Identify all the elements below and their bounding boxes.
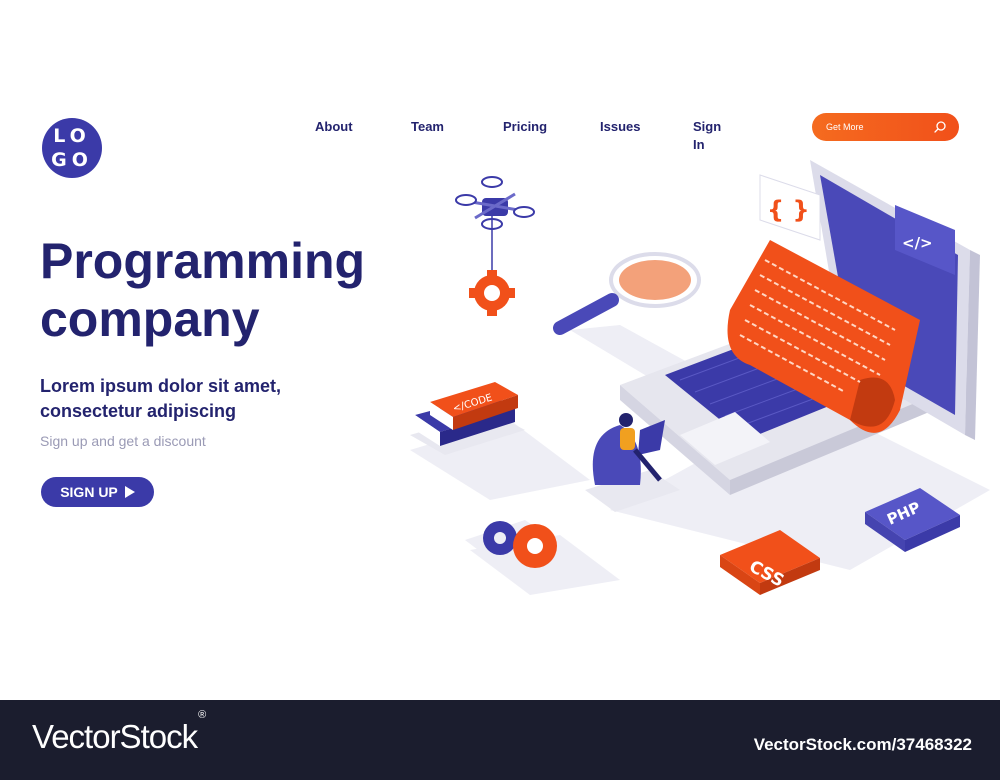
- page-title-line-2: company: [40, 291, 260, 347]
- nav-team-link[interactable]: Team: [411, 118, 444, 136]
- sign-up-button[interactable]: SIGN UP: [41, 477, 154, 507]
- landing-page: LO GO About Team Pricing Issues Sign In …: [0, 0, 1000, 700]
- image-id: VectorStock.com/37468322: [753, 735, 972, 754]
- tag-text: </>: [902, 234, 933, 252]
- nav-about-link[interactable]: About: [315, 118, 353, 136]
- logo-text-top: LO: [53, 125, 91, 147]
- registered-mark: ®: [198, 709, 206, 721]
- logo-text-bottom: GO: [51, 149, 93, 171]
- braces-text: { }: [767, 196, 810, 224]
- vectorstock-logo: VectorStock®: [32, 709, 206, 756]
- vectorstock-brand: VectorStock: [32, 718, 198, 755]
- page-title: Programming company: [40, 232, 420, 348]
- search-input[interactable]: [826, 118, 931, 136]
- play-icon: [124, 486, 135, 498]
- search-icon[interactable]: [933, 120, 947, 134]
- hero-subtitle-line-2: consectetur adipiscing: [40, 401, 237, 421]
- page-title-line-1: Programming: [40, 233, 366, 289]
- nav-pricing-link[interactable]: Pricing: [503, 118, 547, 136]
- braces-card: { }: [759, 174, 821, 241]
- hero-subtitle: Lorem ipsum dolor sit amet, consectetur …: [40, 374, 360, 424]
- sign-up-label: SIGN UP: [60, 484, 118, 500]
- nav-issues-link[interactable]: Issues: [600, 118, 640, 136]
- nav-sign-in-link[interactable]: Sign In: [693, 118, 721, 152]
- discount-note: Sign up and get a discount: [40, 433, 206, 449]
- programming-illustration: { } </> </CODE CSS PHP: [410, 160, 990, 595]
- search-bar: [812, 113, 959, 141]
- drone: [455, 176, 535, 316]
- logo[interactable]: LO GO: [42, 118, 102, 178]
- magnifier: [553, 252, 701, 335]
- hero-subtitle-line-1: Lorem ipsum dolor sit amet,: [40, 376, 282, 396]
